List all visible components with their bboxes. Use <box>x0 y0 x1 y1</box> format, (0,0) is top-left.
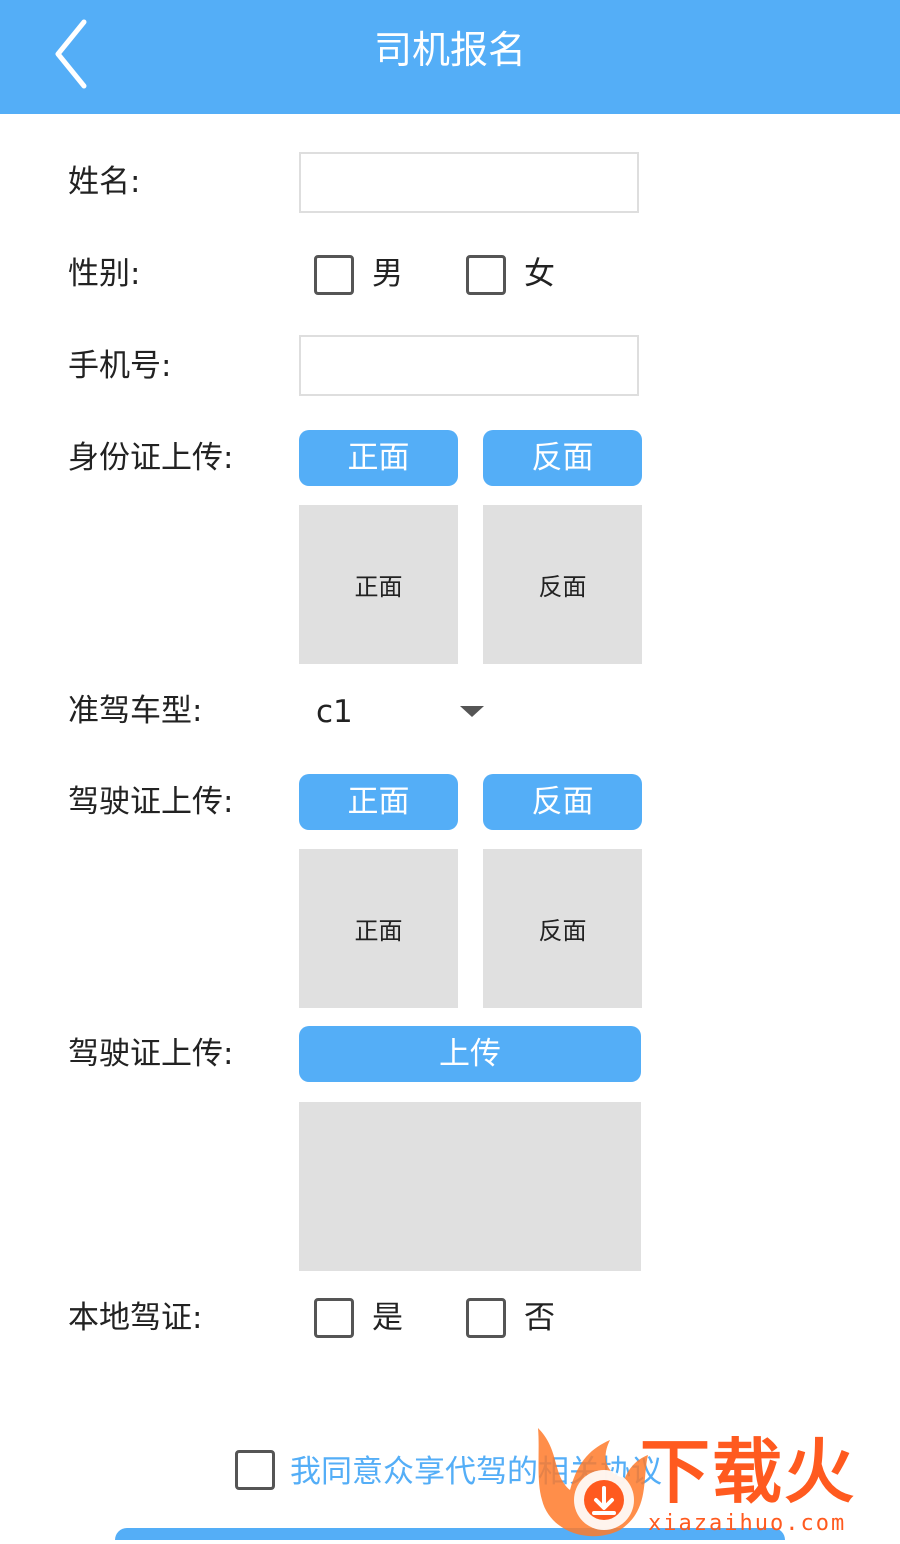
license-upload-label: 驾驶证上传: <box>68 784 234 820</box>
gender-female-checkbox[interactable] <box>466 255 506 295</box>
license-upload2-button[interactable]: 上传 <box>299 1026 641 1082</box>
id-upload-label: 身份证上传: <box>68 440 234 476</box>
local-license-no-checkbox[interactable] <box>466 1298 506 1338</box>
watermark-url: xiazaihuo.com <box>648 1511 847 1536</box>
id-back-upload-button[interactable]: 反面 <box>483 430 642 486</box>
vehicle-type-select[interactable]: c1 <box>316 690 353 734</box>
local-license-yes-label: 是 <box>372 1300 403 1336</box>
vehicle-type-label: 准驾车型: <box>68 693 203 729</box>
id-back-preview[interactable]: 反面 <box>483 505 642 664</box>
chevron-down-icon[interactable] <box>460 706 484 717</box>
license-upload2-label: 驾驶证上传: <box>68 1036 234 1072</box>
name-field[interactable] <box>299 152 639 213</box>
local-license-yes-checkbox[interactable] <box>314 1298 354 1338</box>
gender-label: 性别: <box>68 256 141 292</box>
top-bar: 司机报名 <box>0 0 900 114</box>
license-front-upload-button[interactable]: 正面 <box>299 774 458 830</box>
license-upload2-preview[interactable] <box>299 1102 641 1271</box>
id-front-preview[interactable]: 正面 <box>299 505 458 664</box>
license-back-upload-button[interactable]: 反面 <box>483 774 642 830</box>
name-label: 姓名: <box>68 164 141 200</box>
phone-field[interactable] <box>299 335 639 396</box>
id-front-upload-button[interactable]: 正面 <box>299 430 458 486</box>
watermark-text: 下载火 <box>640 1431 856 1513</box>
phone-label: 手机号: <box>68 348 172 384</box>
gender-male-checkbox[interactable] <box>314 255 354 295</box>
page-title: 司机报名 <box>373 28 526 72</box>
license-front-preview[interactable]: 正面 <box>299 849 458 1008</box>
gender-male-label: 男 <box>372 256 403 292</box>
local-license-no-label: 否 <box>524 1300 555 1336</box>
gender-female-label: 女 <box>524 256 555 292</box>
license-back-preview[interactable]: 反面 <box>483 849 642 1008</box>
local-license-label: 本地驾证: <box>68 1300 203 1336</box>
agree-checkbox[interactable] <box>235 1450 275 1490</box>
